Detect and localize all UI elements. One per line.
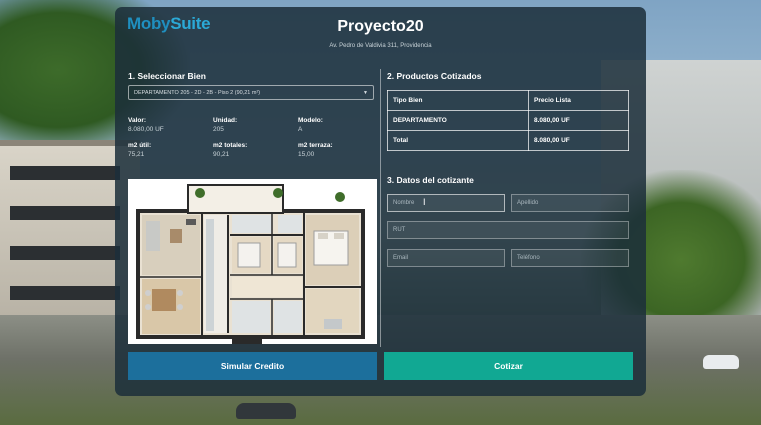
cotizar-button[interactable]: Cotizar — [384, 352, 633, 380]
nombre-input[interactable]: Nombre I — [387, 194, 505, 212]
background-car — [703, 355, 739, 369]
bien-select-value: DEPARTAMENTO 205 - 2D - 2B - Piso 2 (90,… — [134, 90, 261, 96]
spec-unidad: Unidad: 205 — [213, 117, 238, 133]
rut-input[interactable]: RUT — [387, 221, 629, 239]
spec-m2-totales: m2 totales: 90,21 — [213, 142, 248, 158]
column-header: Tipo Bien — [387, 90, 529, 111]
table-cell: 8.080,00 UF — [528, 130, 629, 151]
table-cell: Total — [387, 130, 529, 151]
products-table: Tipo Bien Precio Lista DEPARTAMENTO 8.08… — [387, 90, 629, 151]
telefono-input[interactable]: Teléfono — [511, 249, 629, 267]
bien-select[interactable]: DEPARTAMENTO 205 - 2D - 2B - Piso 2 (90,… — [128, 85, 374, 100]
background-car-2 — [236, 403, 296, 419]
project-address: Av. Pedro de Valdivia 311, Providencia — [329, 43, 432, 49]
apellido-input[interactable]: Apellido — [511, 194, 629, 212]
section-seleccionar-bien-title: 1. Seleccionar Bien — [128, 71, 206, 81]
table-row-total: Total 8.080,00 UF — [387, 130, 629, 151]
spec-modelo: Modelo: A — [298, 117, 323, 133]
project-title: Proyecto20 — [337, 18, 424, 35]
chevron-down-icon: ▼ — [363, 90, 368, 96]
section-productos-title: 2. Productos Cotizados — [387, 71, 482, 81]
column-divider — [380, 69, 381, 347]
floor-plan-image — [128, 179, 377, 344]
quote-modal: MobySuite Proyecto20 Av. Pedro de Valdiv… — [115, 7, 646, 396]
table-cell: 8.080,00 UF — [528, 110, 629, 131]
spec-valor: Valor: 8.080,00 UF — [128, 117, 164, 133]
column-header: Precio Lista — [528, 90, 629, 111]
table-header-row: Tipo Bien Precio Lista — [387, 90, 629, 111]
spec-m2-terraza: m2 terraza: 15,00 — [298, 142, 333, 158]
section-cotizante-title: 3. Datos del cotizante — [387, 175, 474, 185]
table-cell: DEPARTAMENTO — [387, 110, 529, 131]
text-cursor-icon: I — [423, 197, 426, 207]
table-row: DEPARTAMENTO 8.080,00 UF — [387, 110, 629, 131]
email-input[interactable]: Email — [387, 249, 505, 267]
spec-m2-util: m2 útil: 75,21 — [128, 142, 152, 158]
simular-credito-button[interactable]: Simular Credito — [128, 352, 377, 380]
